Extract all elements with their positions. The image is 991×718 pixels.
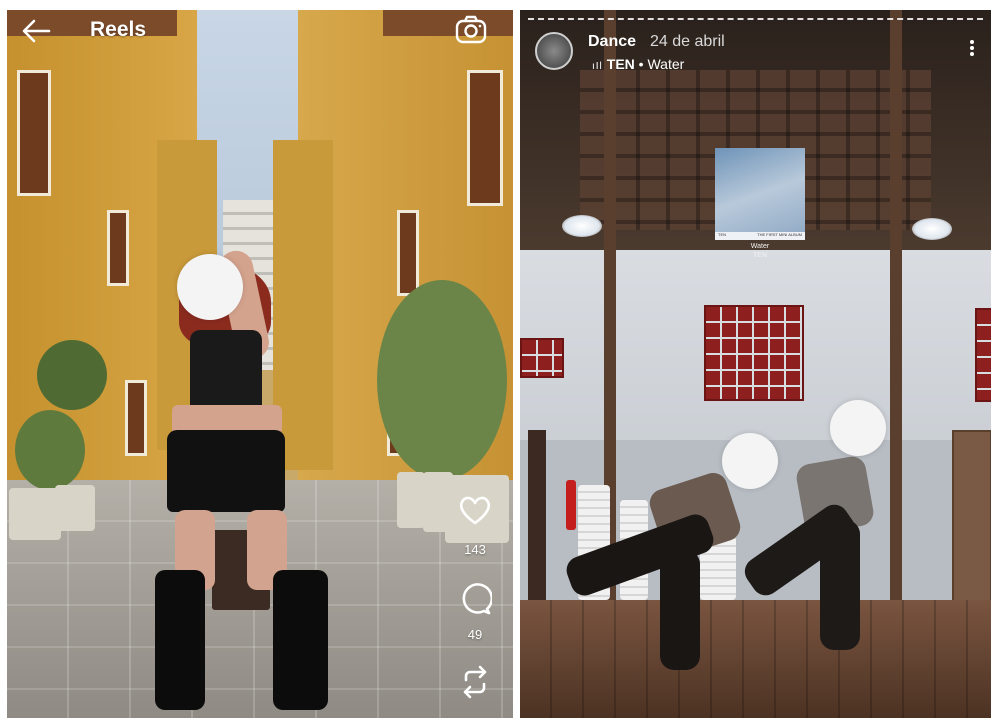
camera-button[interactable] bbox=[454, 14, 488, 46]
building-window bbox=[397, 210, 419, 296]
comment-bubble-icon bbox=[462, 583, 494, 615]
potted-plant bbox=[15, 410, 85, 490]
ceiling-lamp bbox=[912, 218, 952, 240]
avatar[interactable] bbox=[535, 32, 573, 70]
album-song-title: Water bbox=[750, 243, 770, 250]
album-song-artist: TEN bbox=[753, 252, 767, 259]
back-button[interactable] bbox=[19, 16, 55, 46]
woman-boot bbox=[273, 570, 328, 710]
red-window bbox=[704, 305, 804, 401]
red-window bbox=[975, 308, 991, 402]
kebab-menu-icon bbox=[967, 40, 977, 56]
comment-button[interactable] bbox=[458, 582, 494, 621]
face-blur-circle bbox=[722, 433, 778, 489]
story-menu-button[interactable] bbox=[967, 38, 977, 62]
story-progress-bar bbox=[528, 18, 983, 20]
album-song-label: Water TEN bbox=[715, 242, 805, 260]
planter-pot bbox=[55, 485, 95, 531]
comment-count: 49 bbox=[467, 627, 483, 642]
olive-tree bbox=[377, 280, 507, 480]
music-artist: TEN bbox=[606, 56, 635, 72]
reels-panel: Reels 143 49 bbox=[7, 10, 513, 718]
dancer-legs bbox=[820, 520, 860, 650]
right-building-far bbox=[273, 140, 333, 470]
ceiling-lamp bbox=[562, 215, 602, 237]
doorway bbox=[528, 430, 546, 600]
palm-plant bbox=[37, 340, 107, 410]
wooden-beam bbox=[890, 10, 902, 600]
story-music-label[interactable]: ıIl TEN • Water bbox=[592, 56, 684, 72]
building-window bbox=[125, 380, 147, 456]
repost-button[interactable] bbox=[459, 664, 491, 705]
heart-icon bbox=[459, 496, 491, 525]
dancer-legs bbox=[660, 550, 700, 670]
story-panel: TEN THE FIRST MINI ALBUM Water TEN Dance… bbox=[520, 10, 991, 718]
building-window bbox=[467, 70, 503, 206]
building-window bbox=[107, 210, 129, 286]
story-username[interactable]: Dance bbox=[588, 33, 636, 51]
woman-boot bbox=[155, 570, 205, 710]
planter-pot bbox=[9, 488, 61, 540]
reels-title: Reels bbox=[90, 18, 147, 41]
face-blur-circle bbox=[830, 400, 886, 456]
like-button[interactable] bbox=[458, 494, 492, 531]
album-cover-sticker[interactable] bbox=[715, 148, 805, 240]
face-blur-circle bbox=[177, 254, 243, 320]
wooden-floor bbox=[520, 600, 991, 718]
arrow-left-icon bbox=[22, 19, 51, 43]
music-song: Water bbox=[647, 56, 685, 72]
fire-extinguisher bbox=[566, 480, 576, 530]
planter-pot bbox=[397, 472, 425, 528]
music-separator: • bbox=[638, 56, 644, 72]
camera-icon bbox=[455, 15, 487, 44]
woman-skirt bbox=[167, 430, 285, 512]
album-tag-right: THE FIRST MINI ALBUM bbox=[757, 232, 802, 237]
right-roof bbox=[383, 10, 513, 36]
story-date: 24 de abril bbox=[650, 33, 725, 50]
woman-top bbox=[190, 330, 262, 410]
building-window bbox=[17, 70, 51, 196]
repost-icon bbox=[463, 665, 487, 699]
album-tag-left: TEN bbox=[718, 232, 726, 237]
wooden-shelf bbox=[952, 430, 991, 604]
album-cover-caption: TEN THE FIRST MINI ALBUM bbox=[715, 232, 805, 240]
music-bars-icon: ıIl bbox=[592, 61, 603, 72]
red-window bbox=[520, 338, 564, 378]
like-count: 143 bbox=[464, 542, 486, 557]
